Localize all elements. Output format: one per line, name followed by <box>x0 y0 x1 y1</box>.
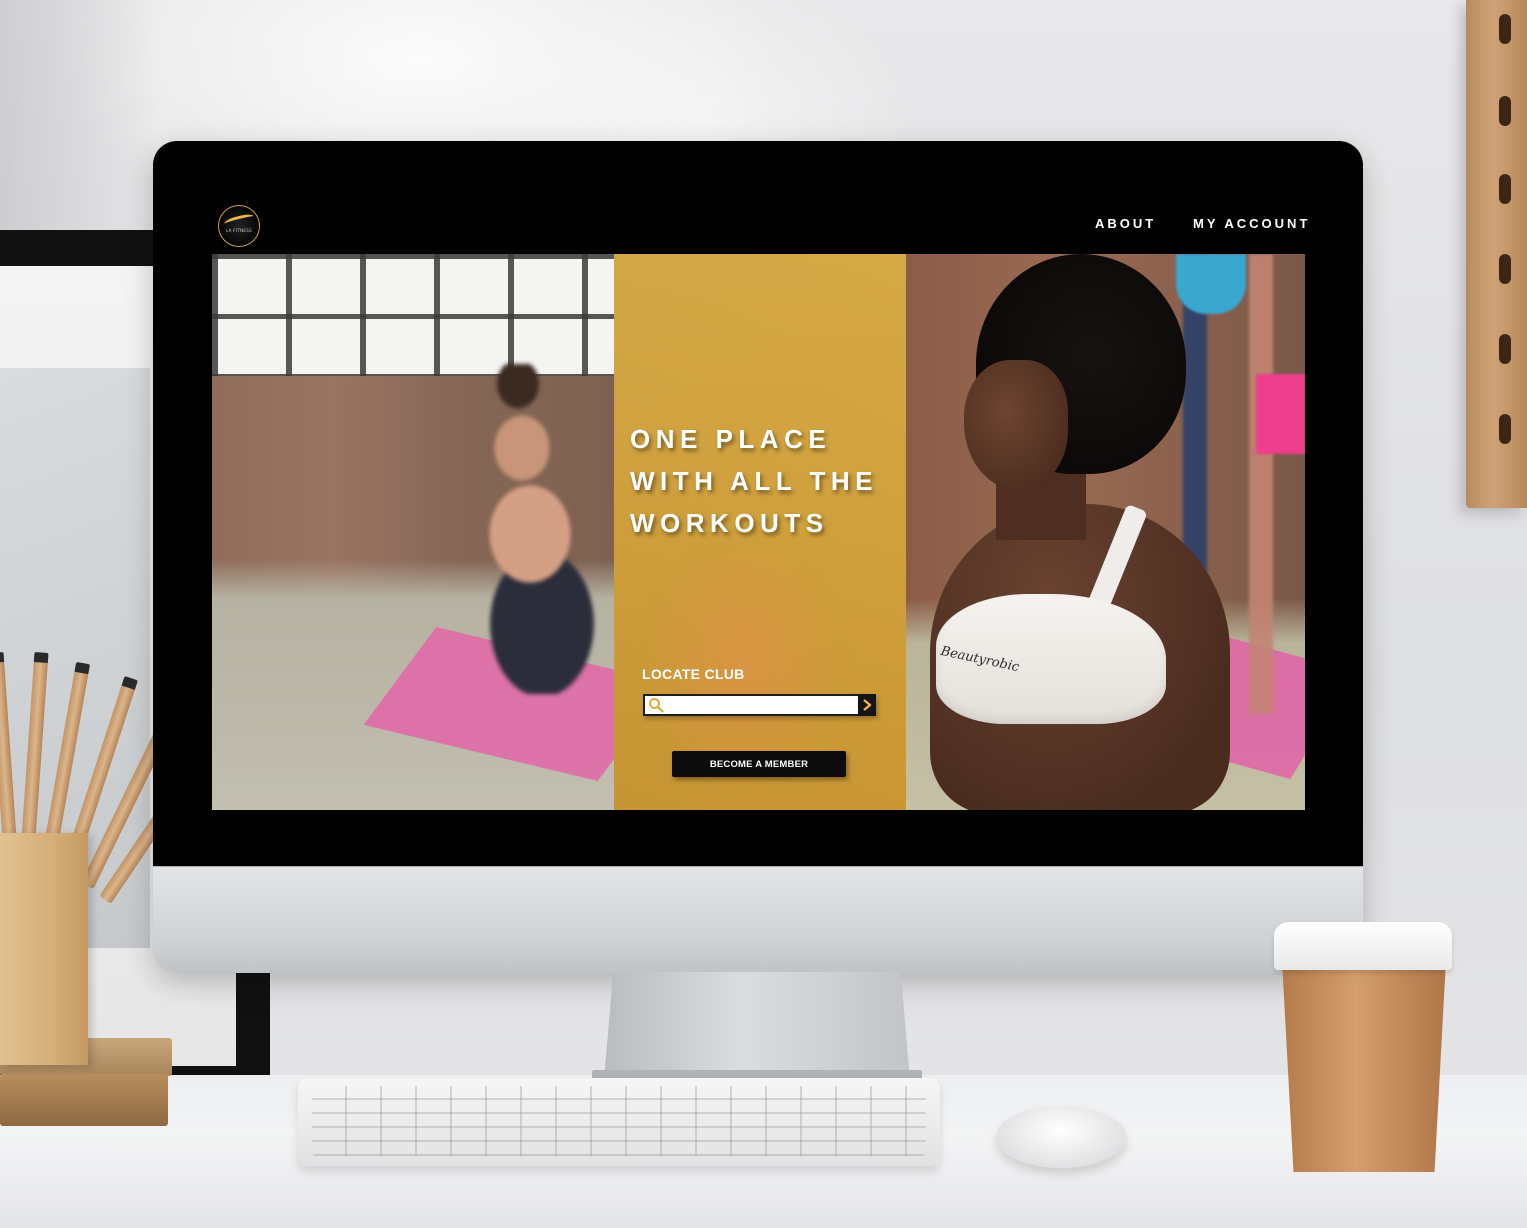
monitor-stand <box>604 972 910 1080</box>
locate-club-submit-button[interactable] <box>858 694 876 716</box>
coffee-cup <box>1282 960 1446 1172</box>
logo-text: LA FITNESS <box>226 228 252 233</box>
pegboard-hole <box>1499 334 1511 364</box>
site-logo[interactable] <box>218 205 260 247</box>
nav-my-account-link[interactable]: MY ACCOUNT <box>1193 216 1310 231</box>
monitor-chin <box>153 866 1363 973</box>
pegboard-hole <box>1499 414 1511 444</box>
headline-line-1: ONE PLACE <box>630 424 832 454</box>
nav-about-link[interactable]: ABOUT <box>1095 216 1156 231</box>
pegboard-hole <box>1499 96 1511 126</box>
pegboard <box>1466 0 1527 508</box>
locate-club-label: LOCATE CLUB <box>642 666 745 682</box>
book <box>0 1074 168 1126</box>
locate-club-input[interactable] <box>643 694 858 716</box>
chevron-right-icon <box>863 699 872 711</box>
hero-photo-right: Beautyrobic <box>906 254 1305 810</box>
headline-line-3: WORKOUTS <box>630 508 829 538</box>
wall-shadow <box>0 0 160 230</box>
mouse <box>996 1106 1126 1168</box>
hero-banner: Beautyrobic ONE PLACE WITH ALL THE WORKO… <box>212 254 1305 810</box>
woman-face <box>964 360 1068 490</box>
kneeling-woman-figure <box>452 364 602 694</box>
headline-line-2: WITH ALL THE <box>630 466 878 496</box>
background-person-top <box>1176 254 1246 314</box>
background-person-shorts <box>1256 374 1305 454</box>
search-icon <box>649 698 664 713</box>
become-member-button[interactable]: BECOME A MEMBER <box>672 751 846 777</box>
pegboard-hole <box>1499 14 1511 44</box>
pegboard-hole <box>1499 174 1511 204</box>
coffee-cup-lid <box>1274 922 1452 970</box>
hero-headline: ONE PLACE WITH ALL THE WORKOUTS <box>630 418 910 544</box>
hero-photo-left <box>212 254 671 810</box>
keyboard-keys <box>312 1086 926 1156</box>
pegboard-hole <box>1499 254 1511 284</box>
pencil-holder <box>0 833 88 1065</box>
gym-windows <box>212 254 614 376</box>
